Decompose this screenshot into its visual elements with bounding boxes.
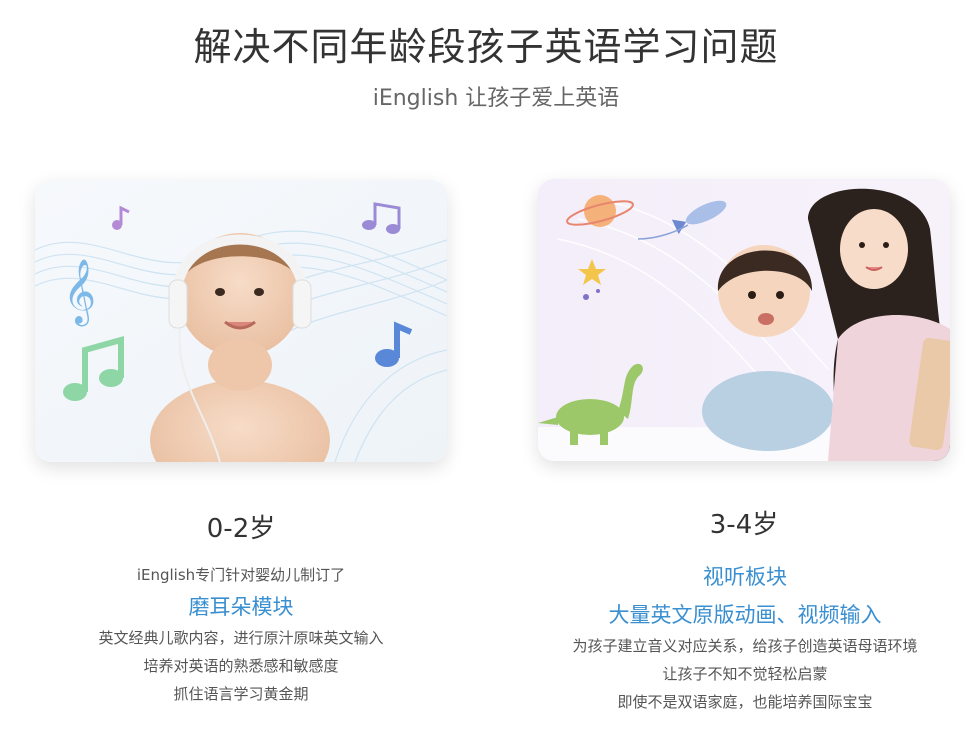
age-label: 3-4岁: [709, 510, 779, 540]
feature-line: 抓住语言学习黄金期: [173, 685, 309, 703]
feature-description: iEnglish专门针对婴幼儿制订了 磨耳朵模块 英文经典儿歌内容，进行原汁原味…: [35, 564, 447, 708]
feature-line: 即使不是双语家庭，也能培养国际宝宝: [617, 693, 873, 711]
feature-line: 英文经典儿歌内容，进行原汁原味英文输入: [98, 629, 384, 647]
baby-music-image: 𝄞: [35, 180, 447, 462]
mother-child-tablet-image: [538, 179, 950, 461]
page-title: 解决不同年龄段孩子英语学习问题: [193, 25, 779, 69]
feature-line: 培养对英语的熟悉感和敏感度: [143, 657, 339, 675]
feature-description: 视听板块 大量英文原版动画、视频输入 为孩子建立音义对应关系，给孩子创造英语母语…: [495, 562, 972, 716]
feature-highlight: 视听板块: [703, 565, 787, 589]
feature-line: 让孩子不知不觉轻松启蒙: [662, 665, 828, 683]
feature-intro: iEnglish专门针对婴幼儿制订了: [136, 566, 346, 584]
page-subtitle: iEnglish 让孩子爱上英语: [372, 86, 620, 111]
age-label: 0-2岁: [206, 514, 276, 544]
feature-line: 为孩子建立音义对应关系，给孩子创造英语母语环境: [572, 637, 918, 655]
svg-text:𝄞: 𝄞: [63, 259, 96, 326]
feature-highlight: 磨耳朵模块: [188, 595, 294, 619]
feature-highlight: 大量英文原版动画、视频输入: [608, 603, 882, 627]
